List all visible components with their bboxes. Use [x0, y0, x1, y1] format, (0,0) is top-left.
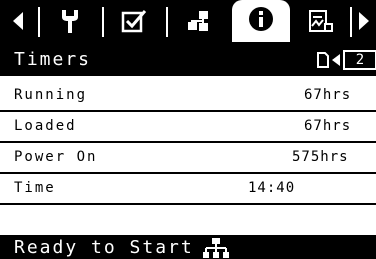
right-arrow-icon: [359, 12, 369, 30]
tab-prev[interactable]: [0, 3, 36, 39]
info-icon: [249, 7, 273, 31]
list-item-loaded[interactable]: Loaded 67hrs: [0, 112, 376, 143]
checklist-icon: [121, 10, 147, 33]
controller-screen: Timers 2 Running 67hrs Loaded 67hrs Powe…: [0, 0, 376, 259]
page-number: 2: [343, 50, 376, 70]
row-value: 67hrs: [304, 87, 352, 103]
row-label: Power On: [14, 149, 98, 165]
tab-network[interactable]: [168, 3, 228, 39]
row-label: Loaded: [14, 118, 77, 134]
tab-bar: [0, 0, 376, 46]
page-icon: [317, 52, 329, 68]
list-item-empty: [0, 205, 376, 236]
row-value: 14:40: [248, 180, 296, 196]
list-item-running[interactable]: Running 67hrs: [0, 81, 376, 112]
status-text: Ready to Start: [14, 237, 194, 258]
network-status-icon: [203, 238, 229, 258]
row-value: 575hrs: [292, 149, 349, 165]
row-value: 67hrs: [304, 118, 352, 134]
page-indicator[interactable]: 2: [317, 50, 376, 70]
title-bar: Timers 2: [0, 42, 376, 76]
settings-document-icon: [309, 10, 333, 32]
page-title: Timers: [14, 49, 92, 70]
wrench-icon: [62, 10, 78, 33]
tab-next[interactable]: [352, 3, 376, 39]
page-prev-arrow-icon[interactable]: [331, 53, 341, 67]
tab-service[interactable]: [40, 3, 100, 39]
status-bar: Ready to Start: [0, 235, 376, 259]
network-icon: [188, 11, 208, 31]
list-item-power-on[interactable]: Power On 575hrs: [0, 143, 376, 174]
left-arrow-icon: [13, 12, 23, 30]
tab-checklist[interactable]: [104, 3, 164, 39]
tab-settings[interactable]: [294, 3, 348, 39]
list-item-time[interactable]: Time 14:40: [0, 174, 376, 205]
row-label: Running: [14, 87, 88, 103]
row-label: Time: [14, 180, 56, 196]
tab-info[interactable]: [232, 0, 290, 46]
